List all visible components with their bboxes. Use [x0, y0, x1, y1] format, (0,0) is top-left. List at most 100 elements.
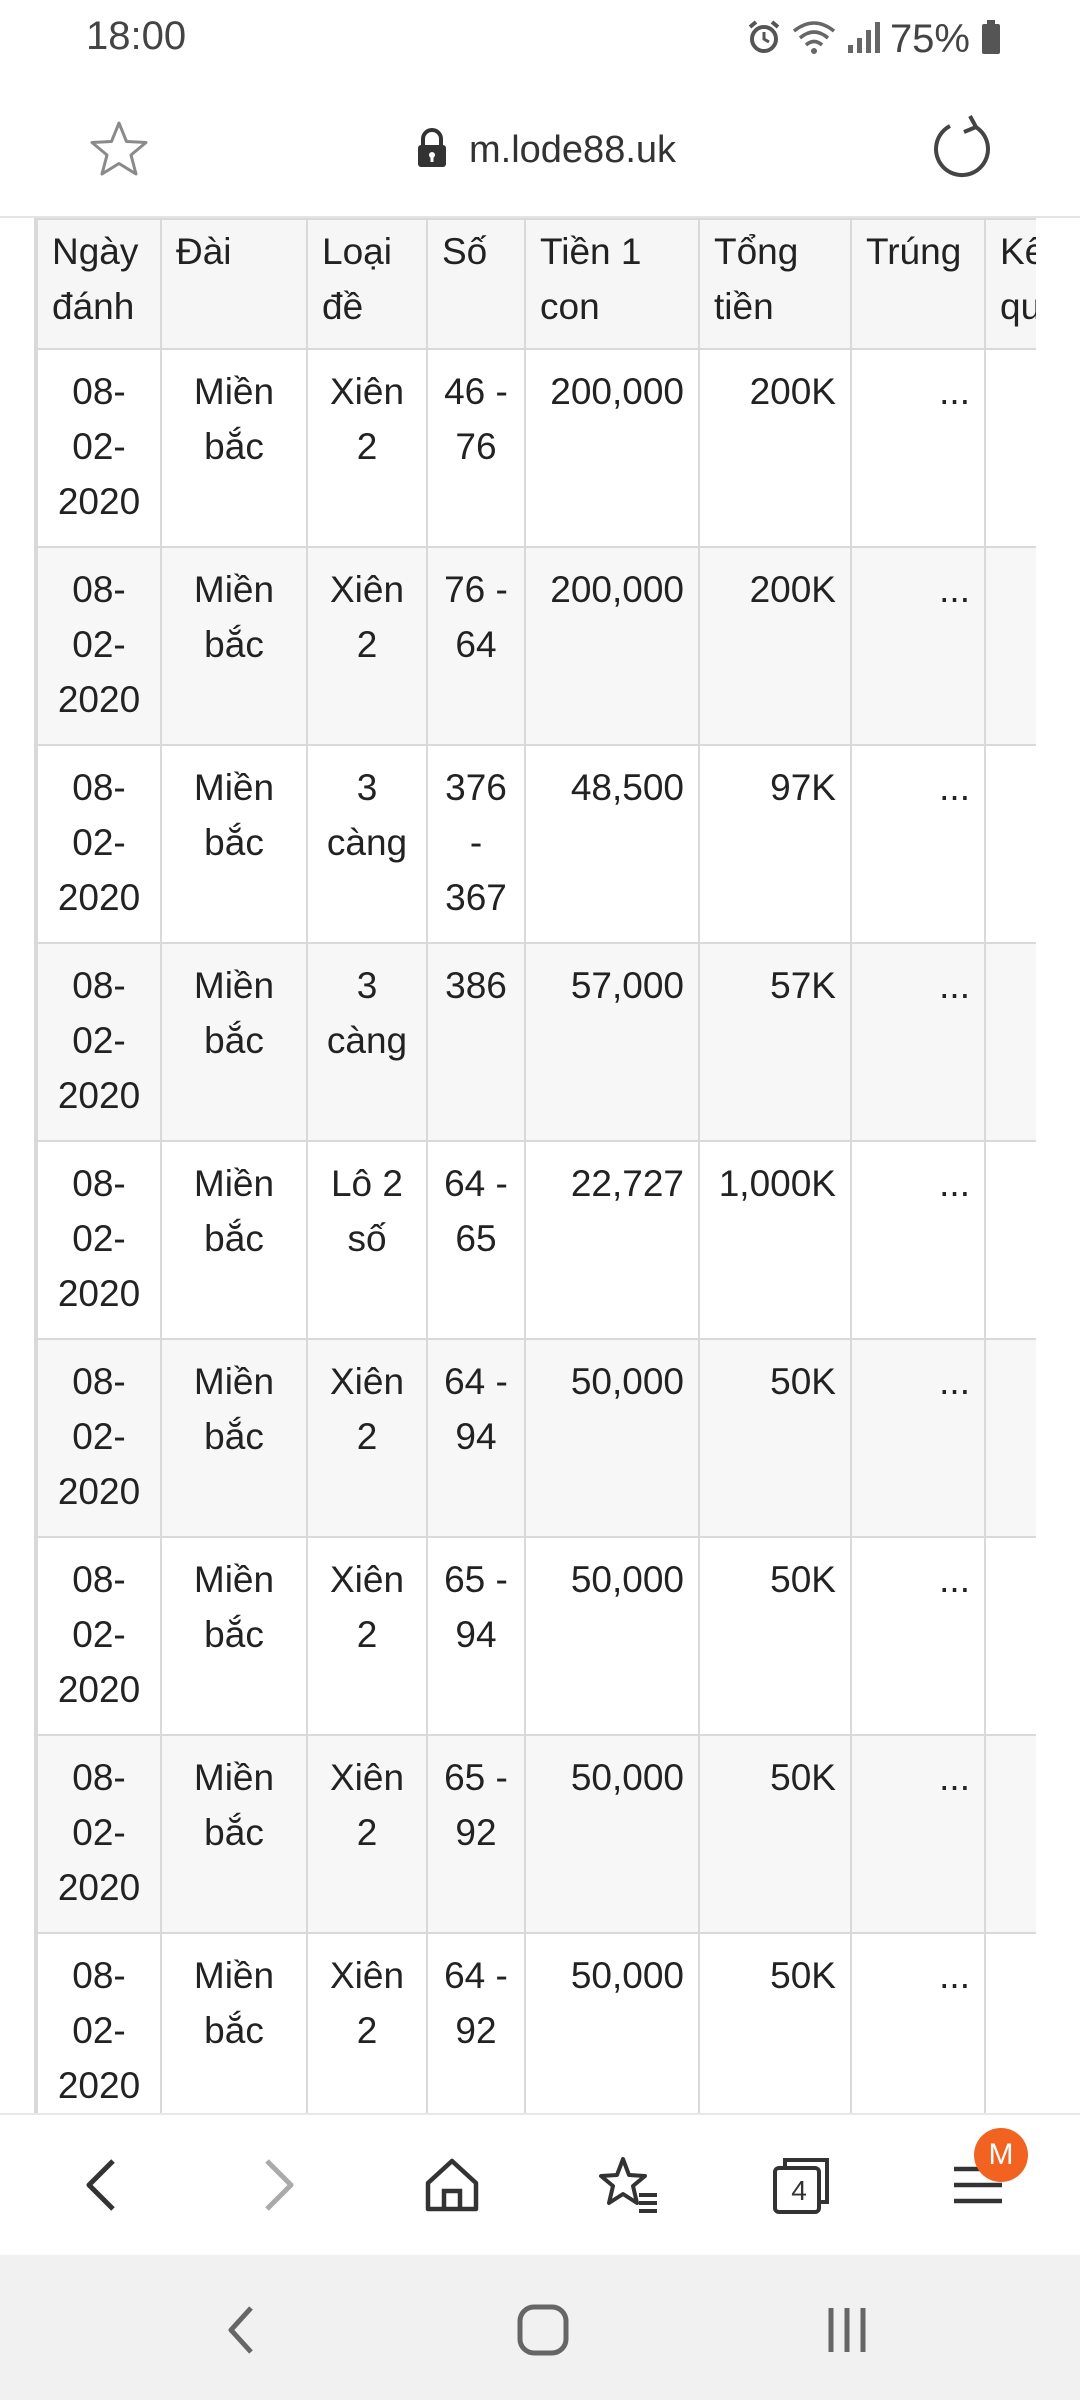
star-icon[interactable] — [86, 117, 152, 183]
cell-type: Lô 2 số — [306, 1140, 428, 1340]
nav-recents-icon[interactable] — [812, 2295, 882, 2365]
url-text: m.lode88.uk — [469, 128, 677, 171]
nav-back-icon[interactable] — [206, 2295, 276, 2365]
system-nav-bar — [0, 2255, 1080, 2400]
status-time: 18:00 — [86, 14, 187, 58]
cell-per-unit: 200,000 — [524, 546, 700, 746]
table-row: 08-02-2020 Miền bắc Xiên 2 76 - 64 200,0… — [36, 546, 1036, 746]
cell-result — [984, 942, 1036, 1142]
tabs-icon[interactable]: 4 — [762, 2145, 842, 2225]
tabs-count: 4 — [791, 2175, 807, 2206]
cell-number: 64 - 92 — [426, 1932, 526, 2113]
page-content[interactable]: Ngày đánh Đài Loại đề Số Tiền 1 con Tổng… — [0, 218, 1080, 2113]
cell-win[interactable]: ... — [850, 942, 986, 1142]
cell-number: 76 - 64 — [426, 546, 526, 746]
cell-date: 08-02-2020 — [36, 1536, 162, 1736]
cell-result — [984, 1338, 1036, 1538]
cell-number: 376 - 367 — [426, 744, 526, 944]
cell-result — [984, 546, 1036, 746]
cell-station: Miền bắc — [160, 348, 308, 548]
home-icon[interactable] — [412, 2145, 492, 2225]
cell-win[interactable]: ... — [850, 744, 986, 944]
cell-result — [984, 348, 1036, 548]
cell-total: 50K — [698, 1338, 852, 1538]
table-left-border — [34, 218, 36, 2113]
cell-total: 97K — [698, 744, 852, 944]
cell-win[interactable]: ... — [850, 546, 986, 746]
header-total[interactable]: Tổng tiền — [698, 218, 852, 350]
cell-total: 50K — [698, 1932, 852, 2113]
table-row: 08-02-2020 Miền bắc 3 càng 386 57,000 57… — [36, 942, 1036, 1142]
bet-history-table: Ngày đánh Đài Loại đề Số Tiền 1 con Tổng… — [36, 218, 1036, 2113]
wifi-icon — [792, 19, 836, 60]
cell-win[interactable]: ... — [850, 1338, 986, 1538]
table-row: 08-02-2020 Miền bắc Xiên 2 65 - 94 50,00… — [36, 1536, 1036, 1736]
cell-win[interactable]: ... — [850, 1140, 986, 1340]
profile-badge[interactable]: M — [974, 2128, 1028, 2182]
back-icon[interactable] — [62, 2145, 142, 2225]
cell-type: Xiên 2 — [306, 348, 428, 548]
cell-number: 46 - 76 — [426, 348, 526, 548]
cell-date: 08-02-2020 — [36, 1338, 162, 1538]
cell-number: 64 - 65 — [426, 1140, 526, 1340]
cell-type: Xiên 2 — [306, 1338, 428, 1538]
cell-type: Xiên 2 — [306, 1932, 428, 2113]
cell-station: Miền bắc — [160, 942, 308, 1142]
cell-total: 50K — [698, 1536, 852, 1736]
cell-type: Xiên 2 — [306, 546, 428, 746]
cell-result — [984, 1536, 1036, 1736]
cell-win[interactable]: ... — [850, 1536, 986, 1736]
cell-date: 08-02-2020 — [36, 942, 162, 1142]
cell-per-unit: 200,000 — [524, 348, 700, 548]
header-per-unit[interactable]: Tiền 1 con — [524, 218, 700, 350]
cell-station: Miền bắc — [160, 1536, 308, 1736]
address-bar[interactable]: m.lode88.uk — [415, 120, 676, 180]
cell-station: Miền bắc — [160, 1338, 308, 1538]
cell-date: 08-02-2020 — [36, 744, 162, 944]
cell-number: 386 — [426, 942, 526, 1142]
cell-win[interactable]: ... — [850, 348, 986, 548]
header-win[interactable]: Trúng — [850, 218, 986, 350]
table-row: 08-02-2020 Miền bắc Xiên 2 64 - 92 50,00… — [36, 1932, 1036, 2113]
header-date[interactable]: Ngày đánh — [36, 218, 162, 350]
cell-total: 50K — [698, 1734, 852, 1934]
battery-level: 75% — [889, 16, 970, 61]
nav-home-icon[interactable] — [508, 2295, 578, 2365]
cell-result — [984, 1140, 1036, 1340]
cell-per-unit: 48,500 — [524, 744, 700, 944]
cell-type: 3 càng — [306, 942, 428, 1142]
cell-station: Miền bắc — [160, 546, 308, 746]
cell-date: 08-02-2020 — [36, 348, 162, 548]
reload-icon[interactable] — [926, 112, 998, 184]
cell-total: 200K — [698, 546, 852, 746]
bet-history-table-wrap[interactable]: Ngày đánh Đài Loại đề Số Tiền 1 con Tổng… — [36, 218, 1036, 2113]
battery-icon — [980, 19, 1002, 60]
status-bar: 18:00 75% — [0, 0, 1080, 80]
bookmarks-icon[interactable] — [588, 2145, 668, 2225]
cell-station: Miền bắc — [160, 744, 308, 944]
table-row: 08-02-2020 Miền bắc 3 càng 376 - 367 48,… — [36, 744, 1036, 944]
table-row: 08-02-2020 Miền bắc Lô 2 số 64 - 65 22,7… — [36, 1140, 1036, 1340]
table-header-row: Ngày đánh Đài Loại đề Số Tiền 1 con Tổng… — [36, 218, 1036, 350]
cell-win[interactable]: ... — [850, 1734, 986, 1934]
browser-bottom-toolbar: 4 — [0, 2113, 1080, 2255]
cell-win[interactable]: ... — [850, 1932, 986, 2113]
cell-station: Miền bắc — [160, 1932, 308, 2113]
header-number[interactable]: Số — [426, 218, 526, 350]
header-type[interactable]: Loại đề — [306, 218, 428, 350]
table-row: 08-02-2020 Miền bắc Xiên 2 64 - 94 50,00… — [36, 1338, 1036, 1538]
cell-result — [984, 744, 1036, 944]
cell-result — [984, 1734, 1036, 1934]
cell-number: 64 - 94 — [426, 1338, 526, 1538]
status-icons: 75% — [746, 14, 1002, 64]
lock-icon — [415, 127, 449, 174]
cell-date: 08-02-2020 — [36, 1140, 162, 1340]
cell-number: 65 - 94 — [426, 1536, 526, 1736]
header-station[interactable]: Đài — [160, 218, 308, 350]
header-result[interactable]: Kết quả — [984, 218, 1036, 350]
cell-per-unit: 50,000 — [524, 1932, 700, 2113]
forward-icon[interactable] — [238, 2145, 318, 2225]
cell-total: 200K — [698, 348, 852, 548]
cell-total: 57K — [698, 942, 852, 1142]
cell-type: Xiên 2 — [306, 1734, 428, 1934]
